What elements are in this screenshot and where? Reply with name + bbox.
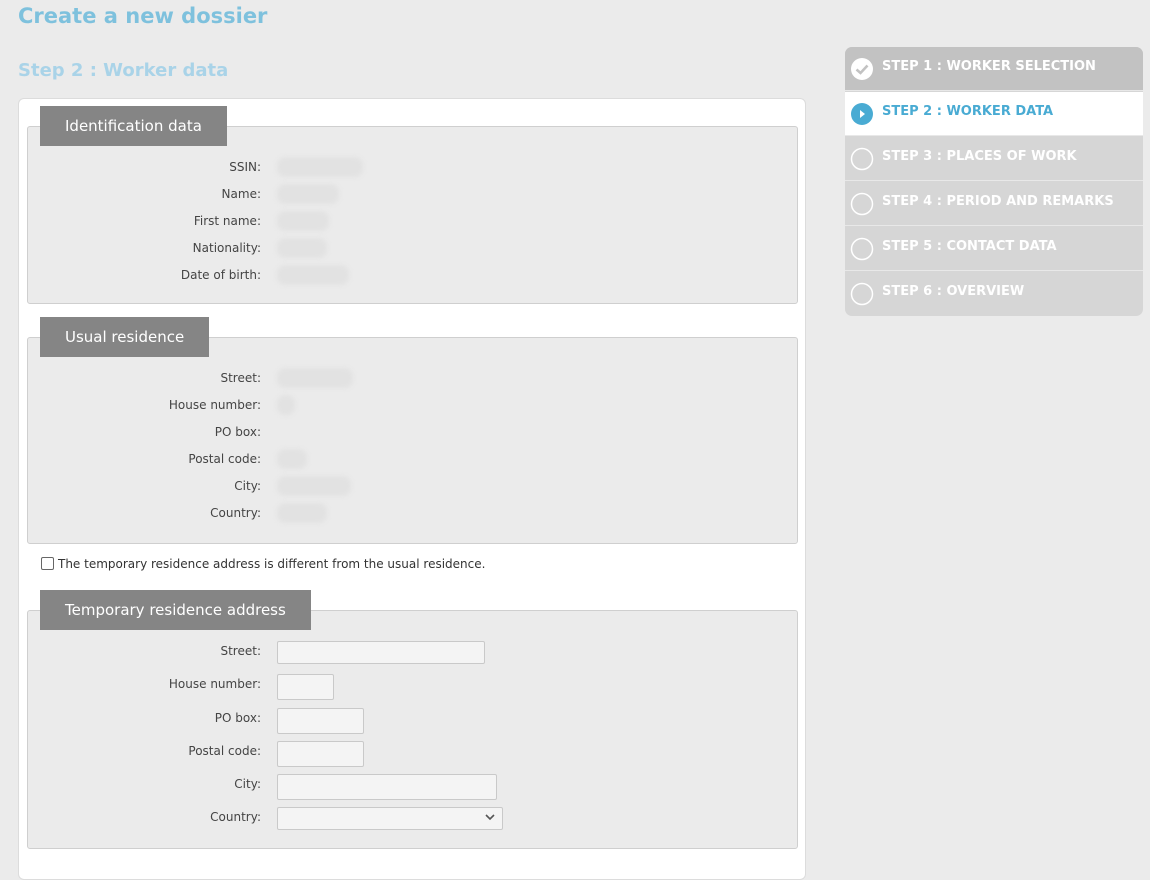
first-name-label: First name: (193, 214, 261, 228)
chevron-down-icon (485, 814, 495, 821)
usual-country-label: Country: (210, 506, 261, 520)
usual-city-value (277, 476, 351, 496)
empty-circle-icon (850, 282, 874, 306)
nationality-label: Nationality: (192, 241, 261, 255)
ssin-label: SSIN: (229, 160, 261, 174)
steps-panel: STEP 1 : WORKER SELECTION STEP 2 : WORKE… (845, 47, 1143, 316)
temp-country-select[interactable] (277, 807, 503, 830)
step-4-label: STEP 4 : PERIOD AND REMARKS (882, 194, 1114, 209)
temp-house-number-row: House number: (28, 674, 797, 700)
temp-city-row: City: (28, 774, 797, 800)
usual-residence-fieldset: Usual residence Street: House number: PO… (27, 317, 798, 544)
temp-house-number-label: House number: (168, 677, 261, 691)
usual-po-box-row: PO box: (28, 422, 797, 442)
empty-circle-icon (850, 192, 874, 216)
name-row: Name: (28, 184, 797, 204)
usual-street-value (277, 368, 353, 388)
usual-postal-code-row: Postal code: (28, 449, 797, 469)
temp-house-number-input[interactable] (277, 674, 334, 700)
identification-fieldset: Identification data SSIN: Name: First na… (27, 106, 798, 304)
date-of-birth-label: Date of birth: (180, 268, 261, 282)
usual-street-row: Street: (28, 368, 797, 388)
step-title: Step 2 : Worker data (18, 60, 229, 81)
temporary-residence-checkbox[interactable] (41, 556, 54, 570)
empty-circle-icon (850, 237, 874, 261)
step-2-label: STEP 2 : WORKER DATA (882, 104, 1054, 119)
ssin-value (277, 157, 363, 177)
first-name-row: First name: (28, 211, 797, 231)
temp-street-label: Street: (220, 644, 261, 658)
usual-city-label: City: (234, 479, 261, 493)
temp-postal-code-row: Postal code: (28, 741, 797, 767)
temporary-residence-checkbox-label: The temporary residence address is diffe… (58, 557, 486, 571)
usual-postal-code-label: Postal code: (188, 452, 261, 466)
usual-street-label: Street: (220, 371, 261, 385)
play-circle-icon (851, 103, 873, 125)
step-1-label: STEP 1 : WORKER SELECTION (882, 59, 1096, 74)
temporary-residence-toggle[interactable]: The temporary residence address is diffe… (41, 556, 486, 571)
date-of-birth-row: Date of birth: (28, 265, 797, 285)
ssin-row: SSIN: (28, 157, 797, 177)
usual-house-number-value (277, 395, 295, 415)
temp-postal-code-input[interactable] (277, 741, 364, 767)
temp-po-box-row: PO box: (28, 708, 797, 734)
step-5-contact-data[interactable]: STEP 5 : CONTACT DATA (845, 227, 1143, 271)
page-title: Create a new dossier (18, 4, 268, 28)
name-value (277, 184, 339, 204)
temp-city-label: City: (234, 777, 261, 791)
usual-house-number-row: House number: (28, 395, 797, 415)
step-6-label: STEP 6 : OVERVIEW (882, 284, 1025, 299)
usual-country-row: Country: (28, 503, 797, 523)
date-of-birth-value (277, 265, 349, 285)
step-2-worker-data[interactable]: STEP 2 : WORKER DATA (845, 92, 1143, 136)
step-1-worker-selection[interactable]: STEP 1 : WORKER SELECTION (845, 47, 1143, 91)
temp-street-row: Street: (28, 641, 797, 664)
temp-po-box-input[interactable] (277, 708, 364, 734)
empty-circle-icon (850, 147, 874, 171)
temporary-residence-legend: Temporary residence address (40, 590, 311, 630)
step-4-period-and-remarks[interactable]: STEP 4 : PERIOD AND REMARKS (845, 182, 1143, 226)
worker-data-form: Identification data SSIN: Name: First na… (18, 98, 806, 880)
temp-po-box-label: PO box: (214, 711, 261, 725)
temporary-residence-fieldset: Temporary residence address Street: Hous… (27, 590, 798, 849)
usual-house-number-label: House number: (168, 398, 261, 412)
temp-city-input[interactable] (277, 774, 497, 800)
first-name-value (277, 211, 329, 231)
temp-country-row: Country: (28, 807, 797, 830)
temp-country-label: Country: (210, 810, 261, 824)
step-3-places-of-work[interactable]: STEP 3 : PLACES OF WORK (845, 137, 1143, 181)
usual-postal-code-value (277, 449, 307, 469)
usual-residence-legend: Usual residence (40, 317, 210, 357)
nationality-row: Nationality: (28, 238, 797, 258)
identification-legend: Identification data (40, 106, 227, 146)
temp-street-input[interactable] (277, 641, 485, 664)
nationality-value (277, 238, 327, 258)
usual-city-row: City: (28, 476, 797, 496)
usual-country-value (277, 503, 327, 523)
usual-po-box-label: PO box: (214, 425, 261, 439)
check-circle-icon (851, 58, 873, 80)
step-3-label: STEP 3 : PLACES OF WORK (882, 149, 1077, 164)
temp-postal-code-label: Postal code: (188, 744, 261, 758)
step-5-label: STEP 5 : CONTACT DATA (882, 239, 1057, 254)
name-label: Name: (221, 187, 261, 201)
step-6-overview[interactable]: STEP 6 : OVERVIEW (845, 272, 1143, 316)
